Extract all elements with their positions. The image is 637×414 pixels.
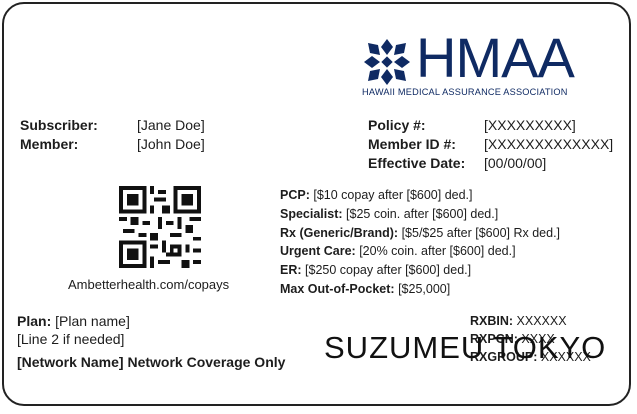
benefit-value: [$5/$25 after [$600] Rx ded.]: [401, 226, 561, 240]
watermark-text: SUZUMEU TOKYO: [324, 330, 607, 365]
benefit-urgent-care: Urgent Care: [20% coin. after [$600] ded…: [280, 243, 516, 259]
member-id-label: Member ID #:: [368, 136, 456, 152]
benefit-value: [$25 coin. after [$600] ded.]: [346, 207, 499, 221]
rx-value: XXXXXX: [516, 314, 567, 328]
benefit-label: Max Out-of-Pocket:: [280, 282, 395, 296]
member-value: [John Doe]: [137, 136, 205, 152]
qr-code-icon[interactable]: [119, 186, 201, 268]
plan-value: [Plan name]: [55, 313, 130, 329]
benefit-pcp: PCP: [$10 copay after [$600] ded.]: [280, 187, 473, 203]
member-row: Member:: [20, 135, 78, 153]
benefit-value: [20% coin. after [$600] ded.]: [359, 244, 516, 258]
rxbin-row: RXBIN: XXXXXX: [470, 313, 567, 329]
benefit-label: Specialist:: [280, 207, 343, 221]
benefit-value: [$10 copay after [$600] ded.]: [313, 188, 473, 202]
copays-url-link[interactable]: Ambetterhealth.com/copays: [68, 277, 229, 292]
effective-date-value: [00/00/00]: [484, 155, 547, 171]
logo-wordmark: HMAA: [416, 26, 575, 89]
network-coverage: [Network Name] Network Coverage Only: [17, 353, 285, 371]
network-name: [Network Name]: [17, 354, 124, 370]
subscriber-label: Subscriber:: [20, 117, 98, 133]
quilt-flower-icon: [364, 39, 410, 85]
benefit-er: ER: [$250 copay after [$600] ded.]: [280, 262, 471, 278]
plan-line2: [Line 2 if needed]: [17, 331, 125, 347]
benefit-specialist: Specialist: [$25 coin. after [$600] ded.…: [280, 206, 498, 222]
logo-tagline: HAWAII MEDICAL ASSURANCE ASSOCIATION: [362, 87, 568, 97]
benefit-value: [$25,000]: [398, 282, 451, 296]
policy-value: [XXXXXXXXX]: [484, 117, 576, 133]
benefit-label: Rx (Generic/Brand):: [280, 226, 399, 240]
benefit-value: [$250 copay after [$600] ded.]: [305, 263, 472, 277]
policy-label: Policy #:: [368, 117, 426, 133]
benefit-label: PCP:: [280, 188, 310, 202]
subscriber-value: [Jane Doe]: [137, 117, 205, 133]
network-suffix: Network Coverage Only: [127, 354, 286, 370]
plan-row: Plan: [Plan name]: [17, 312, 130, 330]
member-label: Member:: [20, 136, 79, 152]
benefit-label: Urgent Care:: [280, 244, 356, 258]
benefit-max-oop: Max Out-of-Pocket: [$25,000]: [280, 281, 450, 297]
insurance-card: HMAA HAWAII MEDICAL ASSURANCE ASSOCIATIO…: [2, 2, 631, 406]
benefit-label: ER:: [280, 263, 302, 277]
plan-label: Plan:: [17, 313, 52, 329]
effective-date-label: Effective Date:: [368, 155, 466, 171]
member-id-value: [XXXXXXXXXXXXX]: [484, 136, 614, 152]
subscriber-row: Subscriber:: [20, 116, 98, 134]
benefit-rx: Rx (Generic/Brand): [$5/$25 after [$600]…: [280, 225, 560, 241]
rx-label: RXBIN:: [470, 314, 514, 328]
